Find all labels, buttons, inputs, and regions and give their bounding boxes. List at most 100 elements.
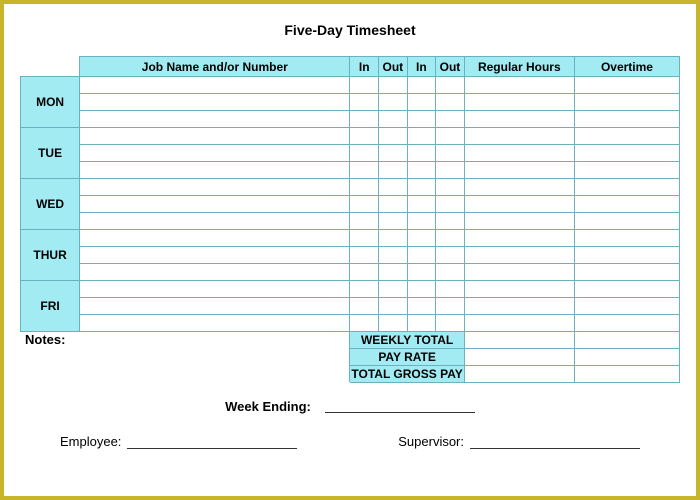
cell[interactable]: [350, 179, 379, 196]
weekly-total-overtime[interactable]: [574, 332, 679, 349]
cell[interactable]: [464, 128, 574, 145]
cell[interactable]: [407, 162, 436, 179]
cell[interactable]: [407, 315, 436, 332]
cell[interactable]: [436, 281, 465, 298]
cell[interactable]: [379, 179, 408, 196]
cell[interactable]: [350, 213, 379, 230]
cell[interactable]: [574, 77, 679, 94]
cell[interactable]: [80, 162, 350, 179]
cell[interactable]: [80, 247, 350, 264]
cell[interactable]: [379, 298, 408, 315]
cell[interactable]: [80, 145, 350, 162]
cell[interactable]: [350, 247, 379, 264]
cell[interactable]: [464, 111, 574, 128]
cell[interactable]: [436, 77, 465, 94]
cell[interactable]: [574, 298, 679, 315]
cell[interactable]: [574, 247, 679, 264]
cell[interactable]: [379, 264, 408, 281]
cell[interactable]: [350, 77, 379, 94]
employee-field[interactable]: [127, 435, 297, 449]
cell[interactable]: [379, 281, 408, 298]
cell[interactable]: [436, 162, 465, 179]
cell[interactable]: [350, 128, 379, 145]
cell[interactable]: [464, 179, 574, 196]
cell[interactable]: [464, 315, 574, 332]
pay-rate-overtime[interactable]: [574, 349, 679, 366]
cell[interactable]: [407, 179, 436, 196]
cell[interactable]: [379, 196, 408, 213]
cell[interactable]: [574, 264, 679, 281]
cell[interactable]: [464, 77, 574, 94]
cell[interactable]: [464, 213, 574, 230]
cell[interactable]: [464, 145, 574, 162]
cell[interactable]: [379, 111, 408, 128]
cell[interactable]: [350, 111, 379, 128]
cell[interactable]: [574, 196, 679, 213]
cell[interactable]: [574, 213, 679, 230]
cell[interactable]: [436, 315, 465, 332]
cell[interactable]: [407, 213, 436, 230]
cell[interactable]: [350, 230, 379, 247]
total-gross-overtime[interactable]: [574, 366, 679, 383]
cell[interactable]: [80, 213, 350, 230]
cell[interactable]: [464, 94, 574, 111]
cell[interactable]: [350, 196, 379, 213]
cell[interactable]: [80, 281, 350, 298]
cell[interactable]: [379, 94, 408, 111]
cell[interactable]: [464, 162, 574, 179]
cell[interactable]: [436, 298, 465, 315]
cell[interactable]: [436, 213, 465, 230]
cell[interactable]: [350, 264, 379, 281]
cell[interactable]: [407, 77, 436, 94]
cell[interactable]: [350, 162, 379, 179]
cell[interactable]: [464, 230, 574, 247]
cell[interactable]: [436, 179, 465, 196]
cell[interactable]: [80, 128, 350, 145]
cell[interactable]: [464, 196, 574, 213]
cell[interactable]: [379, 162, 408, 179]
weekly-total-regular[interactable]: [464, 332, 574, 349]
cell[interactable]: [464, 298, 574, 315]
cell[interactable]: [80, 196, 350, 213]
cell[interactable]: [379, 145, 408, 162]
cell[interactable]: [80, 94, 350, 111]
cell[interactable]: [407, 111, 436, 128]
cell[interactable]: [407, 196, 436, 213]
cell[interactable]: [464, 264, 574, 281]
cell[interactable]: [350, 145, 379, 162]
cell[interactable]: [80, 179, 350, 196]
cell[interactable]: [574, 179, 679, 196]
cell[interactable]: [436, 128, 465, 145]
cell[interactable]: [80, 77, 350, 94]
cell[interactable]: [379, 247, 408, 264]
cell[interactable]: [407, 264, 436, 281]
cell[interactable]: [80, 298, 350, 315]
cell[interactable]: [350, 94, 379, 111]
cell[interactable]: [407, 230, 436, 247]
cell[interactable]: [407, 128, 436, 145]
cell[interactable]: [436, 247, 465, 264]
cell[interactable]: [574, 111, 679, 128]
cell[interactable]: [574, 162, 679, 179]
cell[interactable]: [407, 247, 436, 264]
cell[interactable]: [574, 315, 679, 332]
cell[interactable]: [407, 94, 436, 111]
cell[interactable]: [407, 145, 436, 162]
cell[interactable]: [464, 247, 574, 264]
cell[interactable]: [574, 94, 679, 111]
cell[interactable]: [379, 230, 408, 247]
cell[interactable]: [436, 145, 465, 162]
supervisor-field[interactable]: [470, 435, 640, 449]
cell[interactable]: [436, 264, 465, 281]
cell[interactable]: [80, 230, 350, 247]
cell[interactable]: [436, 94, 465, 111]
cell[interactable]: [574, 128, 679, 145]
week-ending-field[interactable]: [325, 399, 475, 413]
notes-label[interactable]: Notes:: [21, 332, 350, 383]
cell[interactable]: [80, 111, 350, 128]
cell[interactable]: [574, 145, 679, 162]
cell[interactable]: [350, 315, 379, 332]
cell[interactable]: [436, 196, 465, 213]
cell[interactable]: [379, 315, 408, 332]
cell[interactable]: [379, 213, 408, 230]
